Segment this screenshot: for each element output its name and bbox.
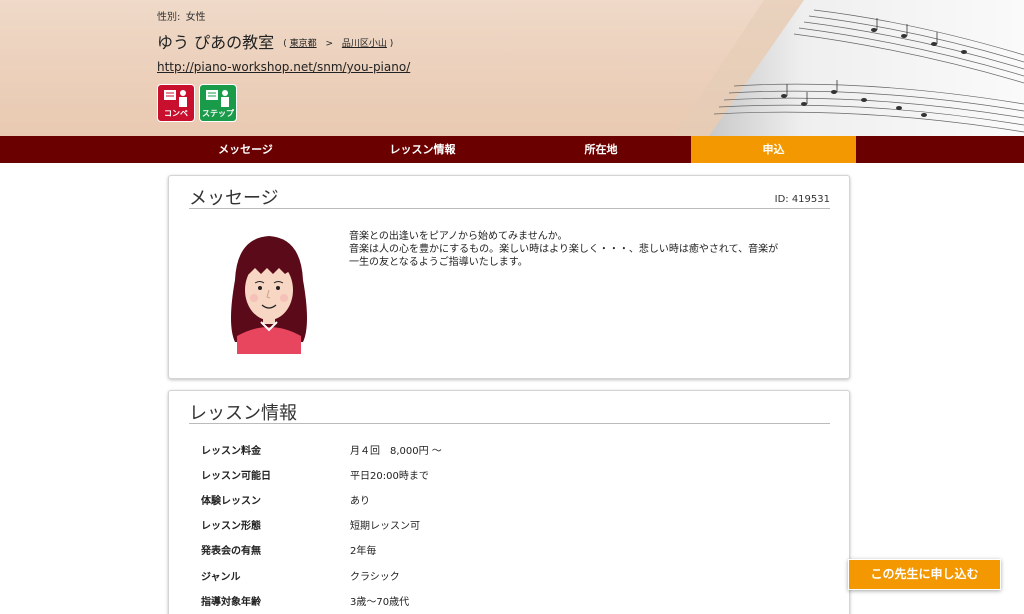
nav-item-lesson-info[interactable]: レッスン情報 xyxy=(334,136,511,163)
prefecture-link[interactable]: 東京都 xyxy=(290,39,317,49)
area-link[interactable]: 品川区小山 xyxy=(342,39,387,49)
lesson-row-target-age: 指導対象年齢 3歳〜70歳代 xyxy=(201,593,821,608)
lesson-key: 体験レッスン xyxy=(201,496,261,507)
teacher-info: 性別: 女性 ゆう ぴあの教室 ( 東京都 > 品川区小山 ) http://p… xyxy=(157,8,410,75)
step-badge-label: ステップ xyxy=(202,109,234,118)
location-close-paren: ) xyxy=(389,39,394,49)
lesson-value: 短期レッスン可 xyxy=(350,521,420,532)
lesson-value: 平日20:00時まで xyxy=(350,471,429,482)
lesson-value: 3歳〜70歳代 xyxy=(350,597,410,608)
message-line: 一生の友となるようご指導いたします。 xyxy=(349,257,528,268)
competition-badge-label: コンペ xyxy=(164,109,188,118)
competition-icon xyxy=(164,90,187,107)
lesson-row-trial: 体験レッスン あり xyxy=(201,492,821,507)
gender-label: 性別: xyxy=(157,12,181,23)
location-separator: > xyxy=(325,39,334,49)
badge-row: コンペ ステップ xyxy=(157,84,237,122)
teacher-name: ゆう ぴあの教室 xyxy=(157,33,275,52)
lesson-key: 発表会の有無 xyxy=(201,546,261,557)
lesson-row-format: レッスン形態 短期レッスン可 xyxy=(201,517,821,532)
lesson-value: 月４回 8,000円 〜 xyxy=(350,446,442,457)
profile-header: 性別: 女性 ゆう ぴあの教室 ( 東京都 > 品川区小山 ) http://p… xyxy=(0,0,1024,136)
lesson-value: クラシック xyxy=(350,572,400,583)
lesson-row-fee: レッスン料金 月４回 8,000円 〜 xyxy=(201,442,821,457)
message-panel-header: メッセージ ID: 419531 xyxy=(189,184,830,209)
lesson-row-genre: ジャンル クラシック xyxy=(201,568,821,583)
teacher-website-link[interactable]: http://piano-workshop.net/snm/you-piano/ xyxy=(157,60,410,74)
lesson-value: 2年毎 xyxy=(350,546,377,557)
message-line: 音楽との出逢いをピアノから始めてみませんか。 xyxy=(349,231,568,242)
teacher-avatar xyxy=(231,236,307,354)
lesson-info-panel: レッスン情報 レッスン料金 月４回 8,000円 〜 レッスン可能日 平日20:… xyxy=(168,390,850,614)
section-nav: メッセージ レッスン情報 所在地 申込 xyxy=(0,136,1024,163)
gender-value: 女性 xyxy=(185,12,206,23)
gender-line: 性別: 女性 xyxy=(157,8,410,23)
apply-to-teacher-button[interactable]: この先生に申し込む xyxy=(848,559,1001,590)
lesson-row-recital: 発表会の有無 2年毎 xyxy=(201,542,821,557)
nav-item-message[interactable]: メッセージ xyxy=(157,136,334,163)
location-open-paren: ( xyxy=(283,39,287,49)
nav-item-apply[interactable]: 申込 xyxy=(691,136,856,163)
lesson-info-panel-title: レッスン情報 xyxy=(189,403,297,424)
message-line: 音楽は人の心を豊かにするもの。楽しい時はより楽しく・・・、悲しい時は癒やされて、… xyxy=(349,244,779,255)
step-icon xyxy=(206,90,229,107)
message-text: 音楽との出逢いをピアノから始めてみませんか。 音楽は人の心を豊かにするもの。楽し… xyxy=(349,230,829,269)
message-panel-title: メッセージ xyxy=(189,188,279,209)
lesson-row-available-days: レッスン可能日 平日20:00時まで xyxy=(201,467,821,482)
teacher-id: ID: 419531 xyxy=(774,194,830,205)
sheet-music-image xyxy=(674,0,1024,136)
nav-item-location[interactable]: 所在地 xyxy=(511,136,691,163)
lesson-key: 指導対象年齢 xyxy=(201,597,261,608)
teacher-name-line: ゆう ぴあの教室 ( 東京都 > 品川区小山 ) xyxy=(157,29,410,53)
message-panel: メッセージ ID: 419531 音楽との出逢いをピアノから始めてみませんか。 … xyxy=(168,175,850,379)
competition-badge: コンペ xyxy=(157,84,195,122)
lesson-key: レッスン可能日 xyxy=(201,471,271,482)
lesson-value: あり xyxy=(350,496,370,507)
location-breadcrumb: ( 東京都 > 品川区小山 ) xyxy=(283,39,393,49)
lesson-key: レッスン料金 xyxy=(201,446,261,457)
lesson-key: ジャンル xyxy=(201,572,241,583)
lesson-key: レッスン形態 xyxy=(201,521,261,532)
lesson-info-panel-header: レッスン情報 xyxy=(189,399,830,424)
step-badge: ステップ xyxy=(199,84,237,122)
